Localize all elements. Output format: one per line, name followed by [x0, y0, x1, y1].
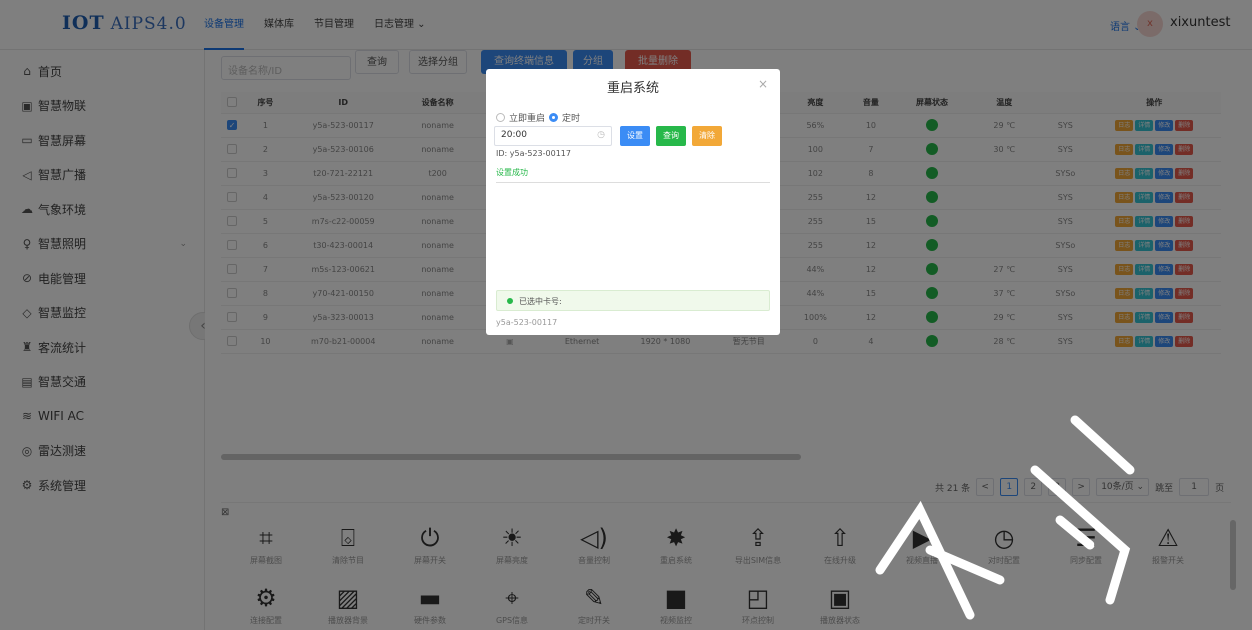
divider	[496, 182, 770, 183]
restart-system-dialog: 重启系统 × 立即重启 定时 20:00 ◷ 设置 查询 清除 ID: y5a-5…	[486, 69, 780, 335]
selected-card-box: 已选中卡号:	[496, 290, 770, 311]
clear-button[interactable]: 清除	[692, 126, 722, 146]
time-input[interactable]: 20:00 ◷	[494, 126, 612, 146]
close-icon[interactable]: ×	[758, 77, 768, 91]
radio-restart-now[interactable]: 立即重启	[496, 111, 545, 124]
dialog-title: 重启系统	[606, 81, 659, 96]
clock-icon: ◷	[597, 130, 605, 140]
selected-card-id: y5a-523-00117	[496, 318, 558, 327]
query-button-dialog[interactable]: 查询	[656, 126, 686, 146]
radio-timed[interactable]: 定时	[549, 111, 580, 124]
device-id-label: ID: y5a-523-00117	[496, 149, 571, 158]
success-message: 设置成功	[496, 168, 528, 177]
success-dot-icon	[507, 298, 513, 304]
set-button[interactable]: 设置	[620, 126, 650, 146]
